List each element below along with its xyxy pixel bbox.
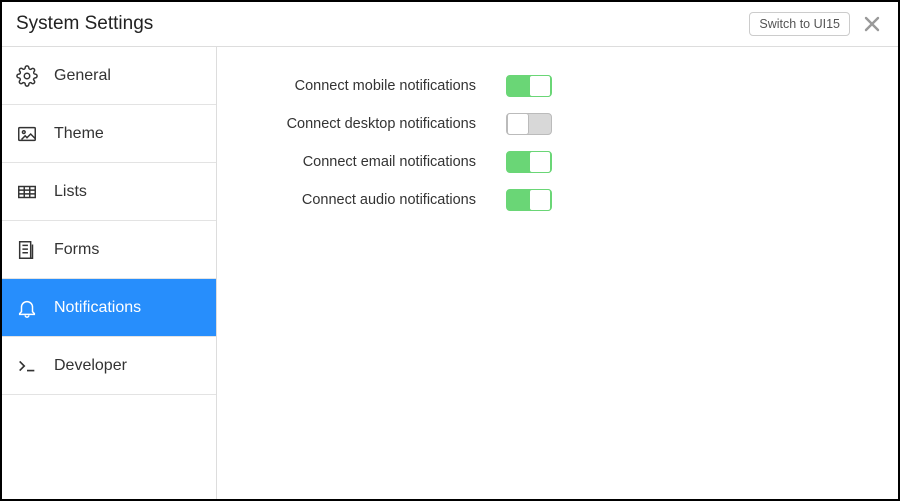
sidebar-item-label: Lists bbox=[54, 183, 87, 201]
setting-label: Connect email notifications bbox=[253, 154, 506, 170]
sidebar-item-label: Theme bbox=[54, 125, 104, 143]
toggle-desktop-notifications[interactable] bbox=[506, 113, 552, 135]
gear-icon bbox=[16, 65, 38, 87]
sidebar-item-general[interactable]: General bbox=[2, 47, 216, 105]
image-icon bbox=[16, 123, 38, 145]
toggle-mobile-notifications[interactable] bbox=[506, 75, 552, 97]
sidebar-item-notifications[interactable]: Notifications bbox=[2, 279, 216, 337]
toggle-email-notifications[interactable] bbox=[506, 151, 552, 173]
sidebar-item-lists[interactable]: Lists bbox=[2, 163, 216, 221]
content-panel: Connect mobile notifications Connect des… bbox=[217, 47, 898, 499]
setting-row-mobile: Connect mobile notifications bbox=[253, 75, 862, 97]
header-actions: Switch to UI15 bbox=[749, 12, 884, 36]
close-button[interactable] bbox=[860, 12, 884, 36]
bell-icon bbox=[16, 297, 38, 319]
sidebar-item-theme[interactable]: Theme bbox=[2, 105, 216, 163]
developer-icon bbox=[16, 355, 38, 377]
switch-ui-button[interactable]: Switch to UI15 bbox=[749, 12, 850, 36]
setting-label: Connect desktop notifications bbox=[253, 116, 506, 132]
table-icon bbox=[16, 181, 38, 203]
toggle-knob bbox=[529, 75, 551, 97]
body: General Theme Lists Forms Notifications bbox=[2, 47, 898, 499]
sidebar-item-developer[interactable]: Developer bbox=[2, 337, 216, 395]
setting-row-desktop: Connect desktop notifications bbox=[253, 113, 862, 135]
sidebar-item-label: Notifications bbox=[54, 299, 141, 317]
sidebar-item-label: Developer bbox=[54, 357, 127, 375]
sidebar-item-label: General bbox=[54, 67, 111, 85]
sidebar-item-label: Forms bbox=[54, 241, 99, 259]
sidebar-item-forms[interactable]: Forms bbox=[2, 221, 216, 279]
toggle-knob bbox=[507, 113, 529, 135]
page-title: System Settings bbox=[16, 13, 153, 35]
setting-label: Connect audio notifications bbox=[253, 192, 506, 208]
toggle-knob bbox=[529, 151, 551, 173]
header: System Settings Switch to UI15 bbox=[2, 2, 898, 47]
toggle-knob bbox=[529, 189, 551, 211]
setting-label: Connect mobile notifications bbox=[253, 78, 506, 94]
close-icon bbox=[862, 14, 882, 34]
form-icon bbox=[16, 239, 38, 261]
toggle-audio-notifications[interactable] bbox=[506, 189, 552, 211]
sidebar: General Theme Lists Forms Notifications bbox=[2, 47, 217, 499]
setting-row-audio: Connect audio notifications bbox=[253, 189, 862, 211]
setting-row-email: Connect email notifications bbox=[253, 151, 862, 173]
